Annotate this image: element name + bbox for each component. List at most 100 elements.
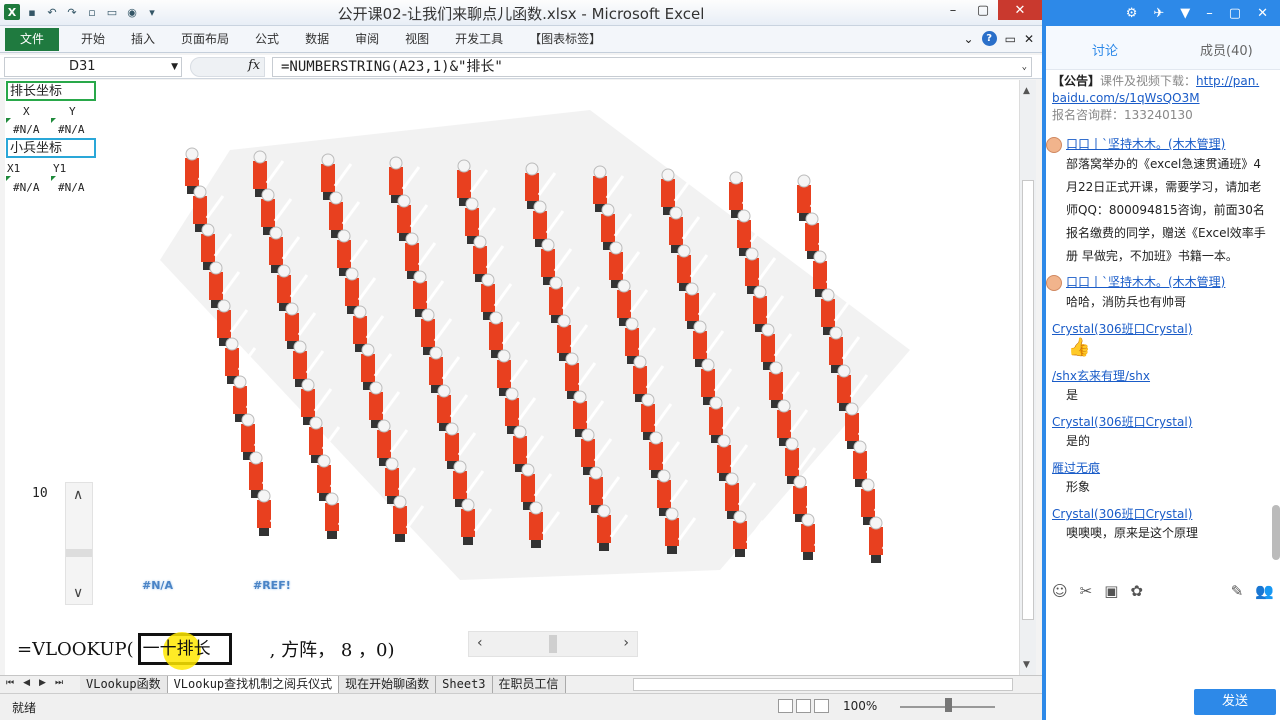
chevron-right-icon[interactable]: › [623,635,629,651]
lookup-value-cell[interactable]: 一十排长 [137,632,232,670]
message-user[interactable]: Crystal(306班口Crystal) [1046,415,1192,429]
x1-header[interactable]: X1 [7,162,20,175]
na-cell[interactable]: #N/A [13,123,40,136]
avatar[interactable] [1046,136,1062,153]
chevron-up-icon[interactable]: ∧ [73,487,83,503]
chevron-down-icon[interactable]: ▼ [1180,6,1190,21]
tab-chart-labels[interactable]: 【图表标签】 [516,31,614,47]
close-icon[interactable]: ✕ [1257,6,1268,21]
edit-icon[interactable]: ✎ [1231,582,1244,604]
expand-formula-icon[interactable]: ⌄ [1022,58,1027,76]
message-user[interactable]: 雁过无痕 [1046,461,1100,475]
tab-developer[interactable]: 开发工具 [442,31,516,47]
scroll-down-icon[interactable]: ▼ [1023,660,1030,670]
message-text: 形象 [1066,480,1091,494]
help-icon[interactable]: ? [981,31,997,46]
spin-level-marker [66,549,92,557]
next-sheet-icon[interactable]: ▶ [39,678,46,688]
tab-discuss[interactable]: 讨论 [1092,40,1118,59]
prev-sheet-icon[interactable]: ◀ [23,678,30,688]
emoji-icon[interactable]: ☺ [1052,582,1068,604]
file-tab[interactable]: 文件 [5,28,59,51]
worksheet-grid[interactable]: 排长坐标 X Y #N/A #N/A 小兵坐标 X1 Y1 #N/A #N/A … [5,80,1019,675]
message-user[interactable]: Crystal(306班口Crystal) [1046,507,1192,521]
flower-icon[interactable]: ✿ [1130,582,1143,604]
normal-view-icon[interactable] [778,699,793,713]
soldier-label[interactable]: 小兵坐标 [6,138,96,158]
error-indicator [6,118,11,123]
na-cell[interactable]: #N/A [58,181,85,194]
restore-icon[interactable]: ▭ [1005,32,1016,46]
minimize-icon[interactable]: – [938,0,968,20]
scroll-thumb[interactable] [549,635,557,653]
formula-bar: D31 ▼ fx =NUMBERSTRING(A23,1)&"排长" ⌄ [0,55,1042,79]
message-text: 哈哈，消防兵也有帅哥 [1066,294,1187,309]
zoom-knob[interactable] [945,698,952,712]
maximize-icon[interactable]: ▢ [1229,6,1241,21]
vertical-scroll-thumb[interactable] [1022,180,1034,620]
ribbon-collapse-icon[interactable]: ⌄ [964,32,974,46]
x-header[interactable]: X [23,105,30,118]
message-user[interactable]: Crystal(306班口Crystal) [1046,322,1192,336]
notice-link-cont[interactable]: baidu.com/s/1qWsQO3M [1052,91,1200,105]
tab-review[interactable]: 审阅 [342,31,392,47]
parade-formation-image[interactable] [160,110,915,580]
vertical-scrollbar[interactable]: ▲ ▼ [1019,80,1036,675]
maximize-icon[interactable]: ▢ [968,0,998,20]
window-close-icon[interactable]: ✕ [1024,32,1034,46]
settings-icon[interactable]: ⚙ [1126,6,1138,21]
last-sheet-icon[interactable]: ⏭ [55,678,63,688]
tab-data[interactable]: 数据 [292,31,342,47]
users-icon[interactable]: 👥 [1255,582,1274,604]
spin-button-control[interactable]: ∧ ∨ [65,482,93,605]
platoon-leader-label[interactable]: 排长坐标 [6,81,96,101]
excel-window: X ▪ ↶ ↷ ▫ ▭ ◉ ▾ 公开课02-让我们来聊点儿函数.xlsx - M… [0,0,1042,720]
chevron-down-icon[interactable]: ∨ [73,585,83,601]
message-text: 是 [1066,388,1079,402]
scroll-up-icon[interactable]: ▲ [1023,86,1030,96]
tab-insert[interactable]: 插入 [118,31,168,47]
send-button[interactable]: 发送 [1194,689,1276,715]
soldier-figure [325,492,357,539]
page-layout-view-icon[interactable] [796,699,811,713]
first-sheet-icon[interactable]: ⏮ [6,678,14,688]
formula-text: =NUMBERSTRING(A23,1)&"排长" [281,59,503,75]
announcement: 【公告】课件及视频下载：http://pan. baidu.com/s/1qWs… [1052,73,1270,124]
na-cell[interactable]: #N/A [13,181,40,194]
notice-link[interactable]: http://pan. [1196,74,1259,88]
plane-icon[interactable]: ✈ [1153,6,1164,21]
zoom-level[interactable]: 100% [843,699,877,713]
minimize-icon[interactable]: – [1206,6,1213,21]
tab-formulas[interactable]: 公式 [242,31,292,47]
vlookup-prefix: =VLOOKUP( [17,638,134,660]
chevron-down-icon[interactable]: ▼ [171,58,178,76]
notice-text: 课件及视频下载： [1100,74,1197,88]
chat-scrollbar[interactable] [1272,130,1280,570]
tab-view[interactable]: 视图 [392,31,442,47]
close-icon[interactable]: ✕ [998,0,1042,20]
message-text: 噢噢噢，原来是这个原理 [1066,526,1199,540]
avatar[interactable] [1046,274,1062,291]
name-box[interactable]: D31 ▼ [4,57,182,77]
y1-header[interactable]: Y1 [53,162,66,175]
message-user[interactable]: /shx玄来有理/shx [1046,369,1150,383]
tab-members[interactable]: 成员(40) [1200,40,1253,59]
scissors-icon[interactable]: ✂ [1080,582,1093,604]
message-user[interactable]: 口口丨`坚持木木。(木木管理) [1066,275,1225,289]
formula-input[interactable]: =NUMBERSTRING(A23,1)&"排长" ⌄ [272,57,1032,77]
horizontal-scroll-control[interactable]: ‹ › [468,631,638,657]
message: 口口丨`坚持木木。(木木管理) 哈哈，消防兵也有帅哥 [1046,273,1270,314]
chart-ref-label: #REF! [253,579,291,592]
horizontal-scrollbar[interactable] [633,678,1013,691]
na-cell[interactable]: #N/A [58,123,85,136]
image-icon[interactable]: ▣ [1104,582,1118,604]
message-user[interactable]: 口口丨`坚持木木。(木木管理) [1066,137,1225,151]
insert-function-icon[interactable]: fx [248,58,260,73]
page-break-view-icon[interactable] [814,699,829,713]
y-header[interactable]: Y [69,105,76,118]
chat-scroll-thumb[interactable] [1272,505,1280,560]
tab-page-layout[interactable]: 页面布局 [168,31,242,47]
tab-home[interactable]: 开始 [68,31,118,47]
chevron-left-icon[interactable]: ‹ [477,635,483,651]
message: /shx玄来有理/shx 是 [1046,367,1270,407]
